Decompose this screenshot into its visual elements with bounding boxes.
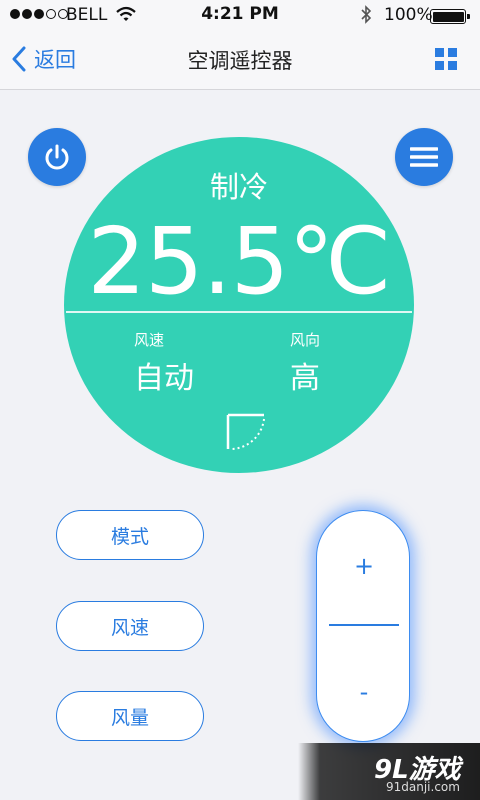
page-title: 空调遥控器	[187, 49, 293, 73]
watermark-url: 91danji.com	[386, 780, 460, 794]
menu-icon	[410, 147, 438, 167]
grid-icon[interactable]	[435, 48, 457, 70]
fan-speed-button[interactable]: 风速	[56, 601, 204, 651]
wind-direction-label: 风向	[290, 331, 321, 349]
rocker-divider	[329, 624, 399, 626]
watermark: 9L游戏 91danji.com	[298, 743, 480, 800]
battery-icon	[430, 9, 470, 24]
temperature-value: 25.5℃	[87, 208, 391, 315]
fan-speed-value: 自动	[134, 361, 194, 396]
fan-speed-label: 风速	[134, 331, 165, 349]
temperature-rocker: + -	[316, 510, 410, 742]
temperature-display: 制冷 25.5℃ 风速 自动 风向 高	[64, 137, 414, 473]
mode-button[interactable]: 模式	[56, 510, 204, 560]
mode-text: 制冷	[209, 170, 268, 204]
swing-direction-icon	[226, 413, 265, 450]
bluetooth-icon	[360, 5, 372, 29]
navigation-bar: 返回 空调遥控器	[0, 30, 480, 90]
status-bar: BELL 4:21 PM 100%	[0, 0, 480, 30]
wind-direction-value: 高	[290, 361, 320, 396]
air-volume-button[interactable]: 风量	[56, 691, 204, 741]
temperature-up-button[interactable]: +	[317, 531, 411, 601]
temperature-down-button[interactable]: -	[317, 657, 411, 727]
battery-percentage: 100%	[384, 5, 433, 25]
display-divider	[66, 311, 412, 313]
